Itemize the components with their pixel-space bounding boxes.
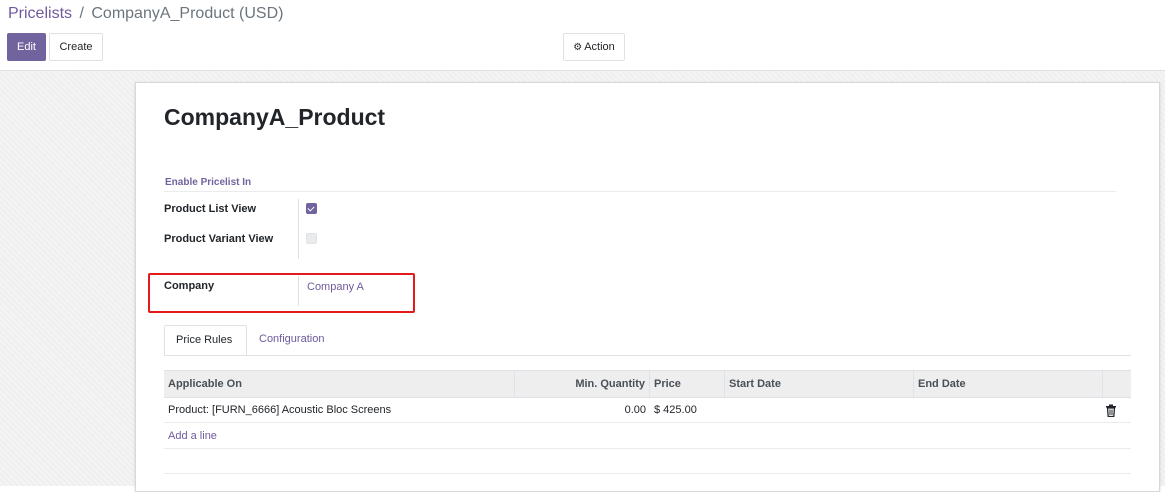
table-row[interactable]: Product: [FURN_6666] Acoustic Bloc Scree… (164, 398, 1131, 423)
edit-button[interactable]: Edit (7, 33, 46, 61)
product-list-view-label: Product List View (164, 203, 257, 215)
empty-row (164, 449, 1131, 474)
field-divider (298, 199, 299, 259)
tab-price-rules[interactable]: Price Rules (164, 325, 247, 356)
tabs-divider (164, 355, 1131, 356)
gear-icon: ⚙ (573, 42, 583, 53)
action-button[interactable]: ⚙ Action (563, 33, 625, 61)
cell-applicable-on: Product: [FURN_6666] Acoustic Bloc Scree… (168, 404, 392, 416)
column-min-quantity[interactable]: Min. Quantity (515, 371, 650, 398)
column-start-date[interactable]: Start Date (725, 371, 914, 398)
add-line-row: Add a line (164, 424, 1131, 449)
cell-end-date (914, 398, 1103, 423)
breadcrumb: Pricelists / CompanyA_Product (USD) (8, 4, 283, 24)
breadcrumb-current: CompanyA_Product (USD) (91, 5, 284, 22)
section-divider (164, 191, 1116, 192)
column-actions (1103, 371, 1131, 398)
add-a-line-link[interactable]: Add a line (164, 424, 221, 449)
column-price[interactable]: Price (650, 371, 725, 398)
product-variant-view-checkbox[interactable] (306, 233, 317, 244)
action-button-label: Action (584, 41, 615, 53)
cell-start-date (725, 398, 914, 423)
enable-pricelist-section-title: Enable Pricelist In (165, 177, 252, 188)
create-button[interactable]: Create (49, 33, 103, 61)
company-highlight-box (148, 273, 415, 313)
breadcrumb-pricelists-link[interactable]: Pricelists (8, 5, 72, 22)
column-end-date[interactable]: End Date (914, 371, 1103, 398)
cell-price: $ 425.00 (654, 404, 697, 416)
cell-min-quantity: 0.00 (624, 404, 646, 416)
column-applicable-on[interactable]: Applicable On (164, 371, 515, 398)
control-panel: Pricelists / CompanyA_Product (USD) Edit… (0, 0, 1165, 71)
price-rules-table-header: Applicable On Min. Quantity Price Start … (164, 370, 1131, 398)
product-variant-view-label: Product Variant View (164, 233, 274, 245)
tab-configuration[interactable]: Configuration (248, 325, 335, 356)
trash-icon[interactable] (1105, 404, 1117, 418)
product-list-view-checkbox[interactable] (306, 203, 317, 214)
pricelist-name: CompanyA_Product (164, 104, 386, 130)
breadcrumb-separator: / (79, 5, 84, 22)
